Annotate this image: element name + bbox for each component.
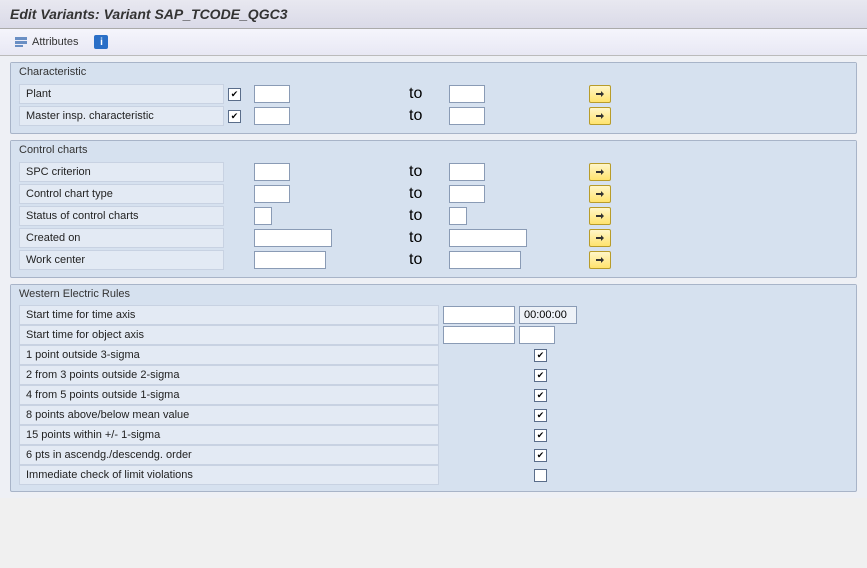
time-axis-date-input[interactable] [443, 306, 515, 324]
plant-multi-button[interactable] [589, 85, 611, 103]
spc-to-input[interactable] [449, 163, 485, 181]
toolbar: Attributes i [0, 29, 867, 56]
attributes-icon [14, 35, 28, 49]
arrow-right-icon [595, 211, 605, 221]
workcenter-multi-button[interactable] [589, 251, 611, 269]
rule-5-checkbox[interactable] [534, 429, 547, 442]
plant-to-input[interactable] [449, 85, 485, 103]
status-from-input[interactable] [254, 207, 272, 225]
created-to-label: to [409, 229, 422, 247]
rule-4-checkbox[interactable] [534, 409, 547, 422]
workcenter-from-input[interactable] [254, 251, 326, 269]
group-wer: Western Electric Rules Start time for ti… [10, 284, 857, 492]
arrow-right-icon [595, 255, 605, 265]
object-axis-input-1[interactable] [443, 326, 515, 344]
row-mic: Master insp. characteristic to [19, 105, 848, 127]
group-wer-title: Western Electric Rules [11, 285, 856, 303]
plant-to-label: to [409, 85, 422, 103]
row-object-axis: Start time for object axis [19, 325, 848, 345]
mic-to-label: to [409, 107, 422, 125]
rule-6-checkbox[interactable] [534, 449, 547, 462]
row-rule-7: Immediate check of limit violations [19, 465, 848, 485]
cctype-to-label: to [409, 185, 422, 203]
cctype-label: Control chart type [19, 184, 224, 204]
arrow-right-icon [595, 167, 605, 177]
cctype-multi-button[interactable] [589, 185, 611, 203]
mic-multi-button[interactable] [589, 107, 611, 125]
plant-label: Plant [19, 84, 224, 104]
created-from-input[interactable] [254, 229, 332, 247]
mic-to-input[interactable] [449, 107, 485, 125]
rule-1-checkbox[interactable] [534, 349, 547, 362]
arrow-right-icon [595, 89, 605, 99]
row-cctype: Control chart type to [19, 183, 848, 205]
row-created: Created on to [19, 227, 848, 249]
row-time-axis: Start time for time axis 00:00:00 [19, 305, 848, 325]
rule-7-checkbox[interactable] [534, 469, 547, 482]
workcenter-label: Work center [19, 250, 224, 270]
attributes-button[interactable]: Attributes [10, 33, 82, 51]
arrow-right-icon [595, 233, 605, 243]
status-to-label: to [409, 207, 422, 225]
mic-checkbox[interactable] [228, 110, 241, 123]
created-to-input[interactable] [449, 229, 527, 247]
workcenter-to-input[interactable] [449, 251, 521, 269]
content-area: Characteristic Plant to Master insp. cha… [0, 56, 867, 498]
time-axis-time-value[interactable]: 00:00:00 [519, 306, 577, 324]
rule-6-label: 6 pts in ascendg./descendg. order [19, 445, 439, 465]
spc-label: SPC criterion [19, 162, 224, 182]
group-control-charts: Control charts SPC criterion to Control … [10, 140, 857, 278]
time-axis-label: Start time for time axis [19, 305, 439, 325]
row-rule-5: 15 points within +/- 1-sigma [19, 425, 848, 445]
rule-3-checkbox[interactable] [534, 389, 547, 402]
created-label: Created on [19, 228, 224, 248]
created-multi-button[interactable] [589, 229, 611, 247]
row-rule-6: 6 pts in ascendg./descendg. order [19, 445, 848, 465]
group-control-charts-title: Control charts [11, 141, 856, 159]
status-label: Status of control charts [19, 206, 224, 226]
mic-label: Master insp. characteristic [19, 106, 224, 126]
titlebar: Edit Variants: Variant SAP_TCODE_QGC3 [0, 0, 867, 29]
status-multi-button[interactable] [589, 207, 611, 225]
rule-2-checkbox[interactable] [534, 369, 547, 382]
rule-2-label: 2 from 3 points outside 2-sigma [19, 365, 439, 385]
cctype-to-input[interactable] [449, 185, 485, 203]
cctype-from-input[interactable] [254, 185, 290, 203]
arrow-right-icon [595, 111, 605, 121]
spc-multi-button[interactable] [589, 163, 611, 181]
spc-from-input[interactable] [254, 163, 290, 181]
row-rule-4: 8 points above/below mean value [19, 405, 848, 425]
object-axis-input-2[interactable] [519, 326, 555, 344]
row-rule-3: 4 from 5 points outside 1-sigma [19, 385, 848, 405]
rule-5-label: 15 points within +/- 1-sigma [19, 425, 439, 445]
group-characteristic-title: Characteristic [11, 63, 856, 81]
spc-to-label: to [409, 163, 422, 181]
rule-7-label: Immediate check of limit violations [19, 465, 439, 485]
row-rule-1: 1 point outside 3-sigma [19, 345, 848, 365]
row-plant: Plant to [19, 83, 848, 105]
page-title: Edit Variants: Variant SAP_TCODE_QGC3 [10, 6, 857, 22]
group-characteristic: Characteristic Plant to Master insp. cha… [10, 62, 857, 134]
mic-from-input[interactable] [254, 107, 290, 125]
rule-4-label: 8 points above/below mean value [19, 405, 439, 425]
row-status: Status of control charts to [19, 205, 848, 227]
row-workcenter: Work center to [19, 249, 848, 271]
info-icon[interactable]: i [94, 35, 108, 49]
arrow-right-icon [595, 189, 605, 199]
row-rule-2: 2 from 3 points outside 2-sigma [19, 365, 848, 385]
status-to-input[interactable] [449, 207, 467, 225]
rule-3-label: 4 from 5 points outside 1-sigma [19, 385, 439, 405]
plant-checkbox[interactable] [228, 88, 241, 101]
workcenter-to-label: to [409, 251, 422, 269]
plant-from-input[interactable] [254, 85, 290, 103]
rule-1-label: 1 point outside 3-sigma [19, 345, 439, 365]
attributes-label: Attributes [32, 36, 78, 48]
object-axis-label: Start time for object axis [19, 325, 439, 345]
row-spc: SPC criterion to [19, 161, 848, 183]
